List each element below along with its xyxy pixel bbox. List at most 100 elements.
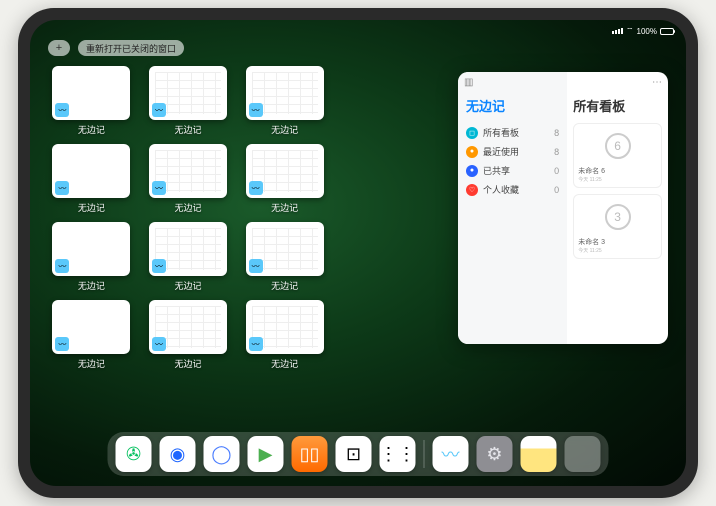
status-right: ⌔ 100% xyxy=(612,26,674,36)
more-icon[interactable]: ⋯ xyxy=(652,77,662,88)
thumbnail-preview: 〰 xyxy=(246,66,324,120)
popover-right-title: 所有看板 xyxy=(573,96,662,115)
sidebar-toggle-icon[interactable]: ▥ xyxy=(464,77,473,88)
window-thumbnail[interactable]: 〰无边记 xyxy=(145,222,232,292)
dock-separator xyxy=(424,440,425,468)
window-thumbnail[interactable]: 〰无边记 xyxy=(48,66,135,136)
thumbnail-preview: 〰 xyxy=(52,66,130,120)
category-label: 最近使用 xyxy=(483,145,549,158)
window-thumbnail[interactable]: 〰无边记 xyxy=(241,144,328,214)
window-thumbnail[interactable]: 〰无边记 xyxy=(145,144,232,214)
thumbnail-preview: 〰 xyxy=(149,144,227,198)
thumbnail-label: 无边记 xyxy=(271,123,298,136)
category-icon: ♡ xyxy=(466,184,478,196)
popover-main: 所有看板 6 未命名 6今天 11:25 3 未命名 3 今天 11:25 xyxy=(567,72,668,344)
dock-app-nodes[interactable]: ⋮⋮ xyxy=(380,436,416,472)
window-thumbnail[interactable]: 〰无边记 xyxy=(145,300,232,370)
sidebar-item[interactable]: ♡ 个人收藏 0 xyxy=(466,180,559,199)
thumbnail-preview: 〰 xyxy=(149,222,227,276)
topbar: + 重新打开已关闭的窗口 xyxy=(48,40,184,56)
thumbnail-preview: 〰 xyxy=(52,144,130,198)
thumbnail-preview: 〰 xyxy=(246,300,324,354)
board-name: 未命名 6 xyxy=(578,166,657,176)
category-icon: ◻ xyxy=(466,127,478,139)
dock-app-freeform[interactable]: 〰 xyxy=(433,436,469,472)
board-date: 今天 11:25 xyxy=(578,176,657,183)
dock-app-media[interactable]: ▶ xyxy=(248,436,284,472)
thumbnail-preview: 〰 xyxy=(149,300,227,354)
dock-app-wechat[interactable]: ✇ xyxy=(116,436,152,472)
category-label: 所有看板 xyxy=(483,126,549,139)
category-count: 0 xyxy=(554,166,559,176)
thumbnail-label: 无边记 xyxy=(271,201,298,214)
freeform-app-icon: 〰 xyxy=(152,181,166,195)
add-tab-button[interactable]: + xyxy=(48,40,70,56)
sidebar-item[interactable]: ● 最近使用 8 xyxy=(466,142,559,161)
sidebar-item[interactable]: ● 已共享 0 xyxy=(466,161,559,180)
battery-pct: 100% xyxy=(637,27,657,36)
thumbnails-grid: 〰无边记〰无边记〰无边记〰无边记〰无边记〰无边记〰无边记〰无边记〰无边记〰无边记… xyxy=(48,66,328,370)
popover-title: 无边记 xyxy=(466,96,559,115)
dock-app-books[interactable]: ▯▯ xyxy=(292,436,328,472)
thumbnail-label: 无边记 xyxy=(78,279,105,292)
dock-app-qqbrowser[interactable]: ◉ xyxy=(160,436,196,472)
thumbnail-label: 无边记 xyxy=(174,357,201,370)
app-folder[interactable] xyxy=(565,436,601,472)
category-count: 8 xyxy=(554,147,559,157)
window-thumbnail[interactable]: 〰无边记 xyxy=(48,300,135,370)
thumbnails-area: 〰无边记〰无边记〰无边记〰无边记〰无边记〰无边记〰无边记〰无边记〰无边记〰无边记… xyxy=(48,66,442,430)
category-label: 已共享 xyxy=(483,164,549,177)
dock-app-notes[interactable] xyxy=(521,436,557,472)
dock-app-settings[interactable]: ⚙ xyxy=(477,436,513,472)
board-preview: 6 xyxy=(578,128,657,164)
wifi-icon: ⌔ xyxy=(626,26,634,36)
sidebar-item[interactable]: ◻所有看板8 xyxy=(466,123,559,142)
dock-app-dice[interactable]: ⊡ xyxy=(336,436,372,472)
ipad-device: ⌔ 100% + 重新打开已关闭的窗口 〰无边记〰无边记〰无边记〰无边记〰无边记… xyxy=(18,8,698,498)
freeform-app-icon: 〰 xyxy=(152,259,166,273)
thumbnail-preview: 〰 xyxy=(246,144,324,198)
board-card[interactable]: 3未命名 3今天 11:25 xyxy=(573,194,662,259)
thumbnail-label: 无边记 xyxy=(174,201,201,214)
freeform-app-icon: 〰 xyxy=(152,337,166,351)
window-thumbnail[interactable]: 〰无边记 xyxy=(48,144,135,214)
board-name: 未命名 3 xyxy=(578,237,657,247)
status-bar: ⌔ 100% xyxy=(30,24,686,38)
thumbnail-label: 无边记 xyxy=(174,123,201,136)
popover-toolbar: ▥ ⋯ xyxy=(464,77,662,88)
freeform-app-icon: 〰 xyxy=(55,259,69,273)
category-label: 个人收藏 xyxy=(483,183,549,196)
freeform-app-icon: 〰 xyxy=(55,337,69,351)
signal-icon xyxy=(612,28,623,34)
category-icon: ● xyxy=(466,165,478,177)
reopen-closed-window-button[interactable]: 重新打开已关闭的窗口 xyxy=(78,40,184,56)
thumbnail-label: 无边记 xyxy=(271,357,298,370)
category-icon: ● xyxy=(466,146,478,158)
window-thumbnail[interactable]: 〰无边记 xyxy=(241,222,328,292)
thumbnail-preview: 〰 xyxy=(52,222,130,276)
thumbnail-label: 无边记 xyxy=(271,279,298,292)
thumbnail-label: 无边记 xyxy=(78,357,105,370)
thumbnail-preview: 〰 xyxy=(149,66,227,120)
popover-sidebar: 无边记 ◻所有看板8●最近使用8●已共享0♡个人收藏0 xyxy=(458,72,567,344)
freeform-app-icon: 〰 xyxy=(249,259,263,273)
screen: ⌔ 100% + 重新打开已关闭的窗口 〰无边记〰无边记〰无边记〰无边记〰无边记… xyxy=(30,20,686,486)
window-thumbnail[interactable]: 〰无边记 xyxy=(145,66,232,136)
thumbnail-preview: 〰 xyxy=(52,300,130,354)
thumbnail-preview: 〰 xyxy=(246,222,324,276)
dock-app-quark[interactable]: ◯ xyxy=(204,436,240,472)
battery-icon xyxy=(660,28,674,35)
freeform-app-icon: 〰 xyxy=(249,181,263,195)
board-preview: 3 xyxy=(578,199,657,235)
freeform-app-icon: 〰 xyxy=(152,103,166,117)
freeform-app-icon: 〰 xyxy=(55,103,69,117)
content-area: 〰无边记〰无边记〰无边记〰无边记〰无边记〰无边记〰无边记〰无边记〰无边记〰无边记… xyxy=(48,66,668,430)
window-thumbnail[interactable]: 〰无边记 xyxy=(241,66,328,136)
freeform-app-icon: 〰 xyxy=(249,103,263,117)
window-thumbnail[interactable]: 〰无边记 xyxy=(241,300,328,370)
category-count: 0 xyxy=(554,185,559,195)
board-card[interactable]: 6 未命名 6今天 11:25 xyxy=(573,123,662,188)
freeform-popover: ▥ ⋯ 无边记 ◻所有看板8●最近使用8●已共享0♡个人收藏0 所有看板 6未命… xyxy=(458,72,668,344)
window-thumbnail[interactable]: 〰无边记 xyxy=(48,222,135,292)
dock: ✇◉◯▶▯▯⊡⋮⋮ 〰⚙ xyxy=(108,432,609,476)
